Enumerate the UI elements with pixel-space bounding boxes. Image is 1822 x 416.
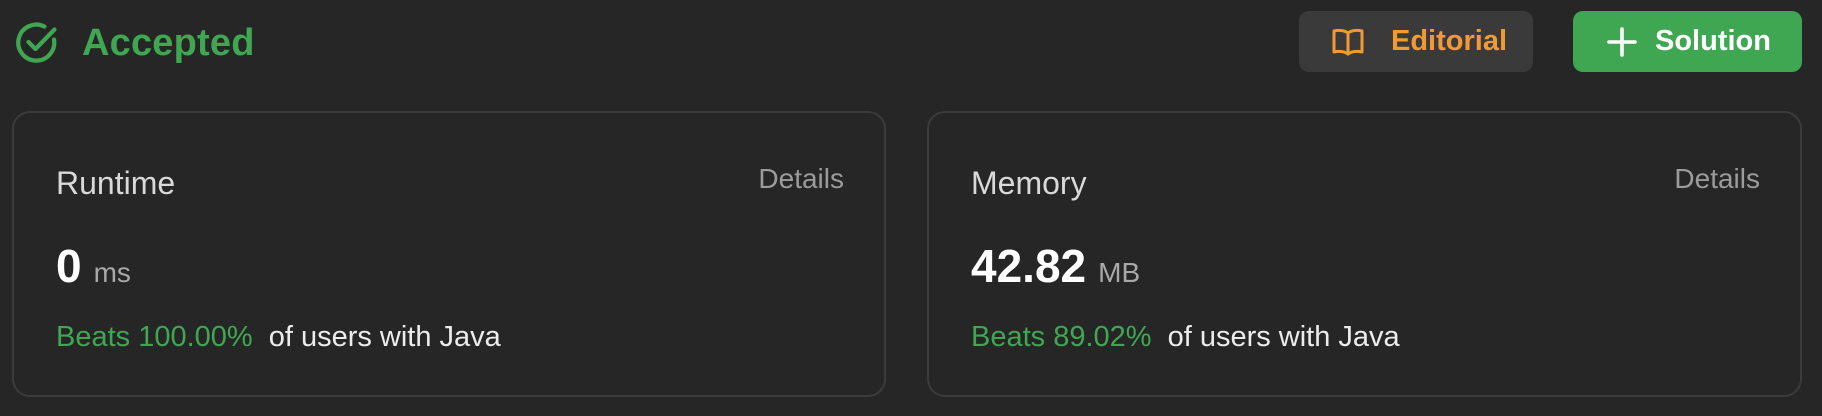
memory-beats: Beats 89.02% (971, 321, 1152, 353)
solution-button-label: Solution (1655, 25, 1771, 57)
memory-details-link[interactable]: Details (1674, 163, 1760, 195)
memory-card[interactable]: Memory Details 42.82 MB Beats 89.02% of … (927, 111, 1802, 397)
editorial-button[interactable]: Editorial (1299, 11, 1533, 72)
runtime-unit: ms (93, 257, 131, 288)
memory-beats-suffix: of users with Java (1167, 321, 1400, 353)
runtime-card[interactable]: Runtime Details 0 ms Beats 100.00% of us… (12, 111, 886, 397)
runtime-title: Runtime (56, 165, 176, 201)
result-header: Accepted Editorial Solution (0, 0, 1822, 100)
add-solution-button[interactable]: Solution (1573, 11, 1802, 72)
memory-beats-row: Beats 89.02% of users with Java (971, 321, 1400, 354)
runtime-details-link[interactable]: Details (758, 163, 844, 195)
memory-unit: MB (1098, 257, 1141, 288)
book-icon (1331, 27, 1365, 57)
memory-value-row: 42.82 MB (971, 239, 1140, 293)
check-circle-icon (14, 20, 60, 66)
runtime-beats-suffix: of users with Java (268, 321, 501, 353)
status-label: Accepted (82, 21, 255, 64)
runtime-value-row: 0 ms (56, 239, 131, 293)
runtime-beats: Beats 100.00% (56, 321, 253, 353)
editorial-button-label: Editorial (1391, 25, 1508, 57)
memory-value: 42.82 (971, 240, 1087, 292)
submission-result-panel: Accepted Editorial Solution Runtime Deta… (0, 0, 1822, 416)
plus-icon (1607, 26, 1637, 57)
status: Accepted (14, 18, 255, 68)
runtime-value: 0 (56, 240, 82, 292)
memory-title: Memory (971, 165, 1087, 201)
runtime-beats-row: Beats 100.00% of users with Java (56, 321, 501, 354)
